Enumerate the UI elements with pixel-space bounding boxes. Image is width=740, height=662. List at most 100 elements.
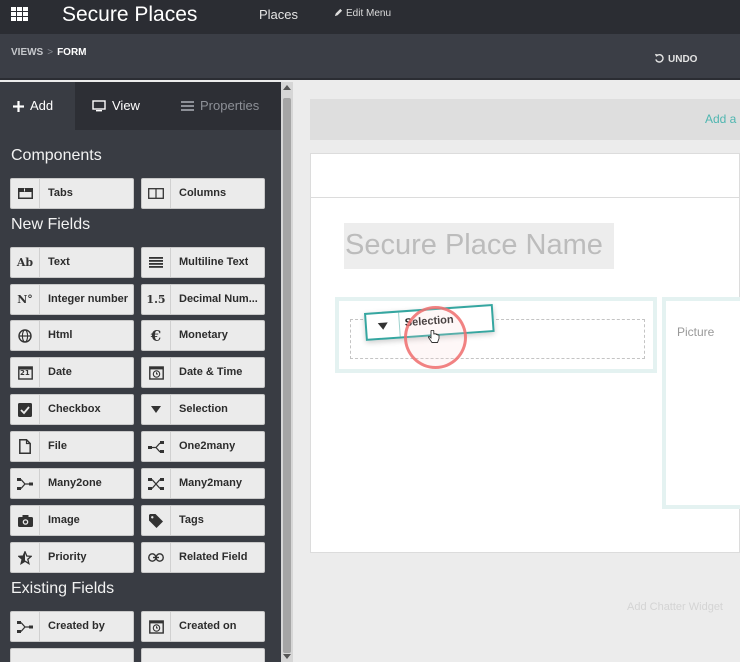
text-icon: Ab [11,248,40,277]
field-label: Html [48,329,73,341]
field-monetary[interactable]: € Monetary [141,320,265,351]
edit-menu-link[interactable]: Edit Menu [334,8,391,19]
field-label: Created on [179,620,237,632]
field-label: Integer number [48,293,129,305]
field-html[interactable]: Html [10,320,134,351]
tab-properties[interactable]: Properties [181,82,259,130]
field-priority[interactable]: Priority [10,542,134,573]
many2one-icon [11,469,40,498]
checkbox-icon [11,395,40,424]
scrollbar-thumb[interactable] [283,98,291,653]
edit-menu-label: Edit Menu [346,8,392,19]
field-label: File [48,440,67,452]
tab-add[interactable]: Add [0,82,75,130]
calendar-clock-icon [142,612,171,641]
undo-label: UNDO [668,54,698,65]
tab-view-label: View [112,98,140,113]
sheet-header[interactable] [311,154,740,198]
apps-grid-icon[interactable] [11,7,29,25]
plus-icon [13,101,24,112]
add-bar[interactable]: Add a [310,99,740,140]
existing-field-partial[interactable] [141,648,265,662]
field-image[interactable]: Image [10,505,134,536]
tabs-icon [11,179,40,208]
sidebar: Add View Properties Components Tabs Colu… [0,82,281,662]
integer-icon: N° [11,285,40,314]
properties-icon [181,101,194,111]
undo-button[interactable]: UNDO [654,53,697,65]
tag-icon [142,506,171,535]
breadcrumb-views[interactable]: VIEWS [11,47,43,58]
field-tags[interactable]: Tags [141,505,265,536]
many2one-icon [11,612,40,641]
globe-icon [11,321,40,350]
field-file[interactable]: File [10,431,134,462]
menu-places[interactable]: Places [259,7,298,22]
monitor-icon [92,100,106,112]
top-navbar: Secure Places Places Edit Menu [0,0,740,34]
field-related[interactable]: Related Field [141,542,265,573]
field-date[interactable]: 21 Date [10,357,134,388]
field-many2many[interactable]: Many2many [141,468,265,499]
field-label: Tags [179,514,204,526]
breadcrumb-separator: > [47,47,54,58]
columns-icon [142,179,171,208]
field-label: Many2many [179,477,242,489]
breadcrumb: VIEWS > FORM [11,47,87,58]
scroll-up-arrow-icon[interactable] [283,85,291,90]
section-existing-fields: Existing Fields [11,580,115,597]
app-title: Secure Places [62,3,198,26]
field-label: Multiline Text [179,256,249,268]
group-right-inner[interactable]: Picture [666,301,740,505]
scroll-down-arrow-icon[interactable] [283,654,291,659]
field-label: Monetary [179,329,228,341]
euro-icon: € [142,321,171,350]
sidebar-tabs: Add View Properties [0,82,281,130]
calendar-day: 21 [20,369,30,377]
field-selection[interactable]: Selection [141,394,265,425]
form-editor: Add a Secure Place Name Picture Add Chat… [293,82,740,662]
section-new-fields: New Fields [11,216,91,233]
one2many-icon [142,432,171,461]
file-icon [11,432,40,461]
link-icon [142,543,171,572]
tab-add-label: Add [30,98,54,113]
caret-down-icon [366,312,401,339]
field-label: Date [48,366,72,378]
tab-view[interactable]: View [92,82,140,130]
field-many2one[interactable]: Many2one [10,468,134,499]
add-chatter-widget[interactable]: Add Chatter Widget [627,601,723,613]
form-sheet: Secure Place Name Picture [310,153,740,553]
multiline-icon [142,248,171,277]
field-datetime[interactable]: Date & Time [141,357,265,388]
add-bar-label[interactable]: Add a [705,112,736,126]
many2many-icon [142,469,171,498]
field-label: Many2one [48,477,102,489]
field-label: Created by [48,620,105,632]
field-label: Text [48,256,70,268]
field-label: Date & Time [179,366,243,378]
existing-created-on[interactable]: Created on [141,611,265,642]
group-right: Picture [662,297,740,509]
decimal-icon: 1.5 [142,285,171,314]
existing-field-partial[interactable] [10,648,134,662]
calendar-clock-icon [142,358,171,387]
field-label: One2many [179,440,236,452]
component-label: Columns [179,187,227,199]
component-tabs[interactable]: Tabs [10,178,134,209]
field-checkbox[interactable]: Checkbox [10,394,134,425]
star-icon [11,543,40,572]
title-field[interactable]: Secure Place Name [344,223,614,269]
field-one2many[interactable]: One2many [141,431,265,462]
field-text[interactable]: Ab Text [10,247,134,278]
hand-cursor-icon [428,330,440,343]
field-integer[interactable]: N° Integer number [10,284,134,315]
field-decimal[interactable]: 1.5 Decimal Num... [141,284,265,315]
field-multiline-text[interactable]: Multiline Text [141,247,265,278]
field-label: Checkbox [48,403,101,415]
component-label: Tabs [48,187,73,199]
existing-created-by[interactable]: Created by [10,611,134,642]
component-columns[interactable]: Columns [141,178,265,209]
field-label: Related Field [179,551,248,563]
sidebar-scrollbar[interactable] [281,82,293,662]
